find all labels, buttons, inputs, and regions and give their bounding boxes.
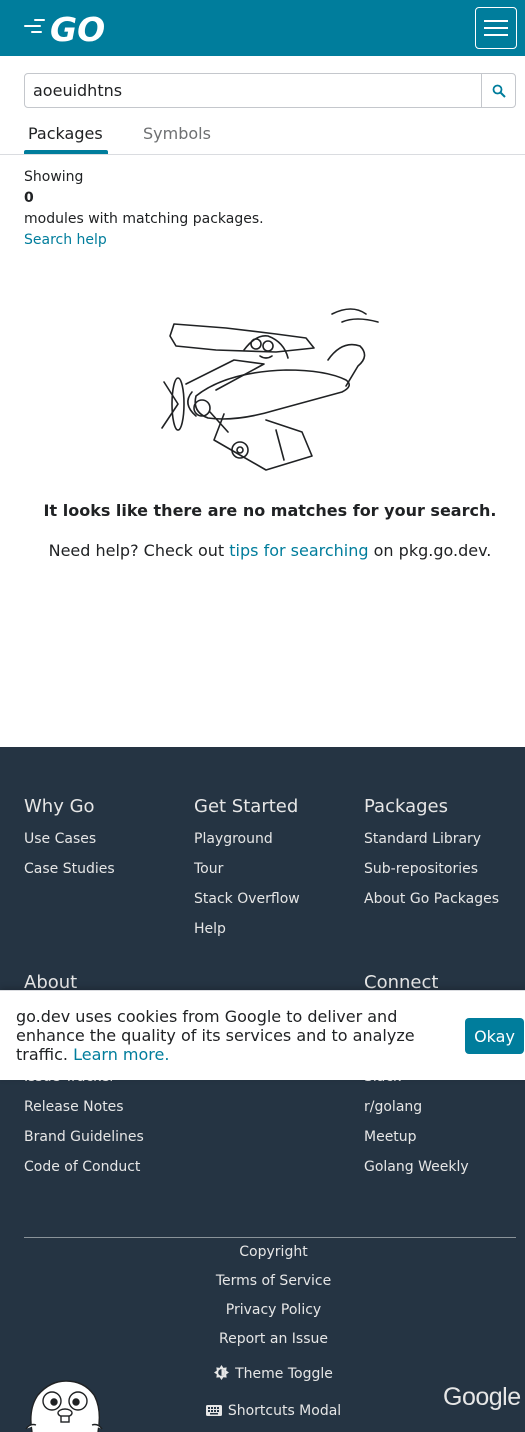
footer-link-brand-guidelines[interactable]: Brand Guidelines [24,1129,144,1145]
footer-link-sub-repositories[interactable]: Sub-repositories [364,861,499,877]
theme-toggle-icon [214,1365,230,1380]
report-an-issue-link[interactable]: Report an Issue [0,1331,525,1347]
okay-button[interactable]: Okay [465,1018,524,1054]
site-footer: Why Go Use Cases Case Studies Get Starte… [0,747,525,1432]
footer-link-use-cases[interactable]: Use Cases [24,831,115,847]
showing-label: Showing [24,169,84,185]
result-count: 0 [24,190,34,206]
cookie-banner: go.dev uses cookies from Google to deliv… [0,990,525,1080]
search-icon [492,84,506,98]
tab-symbols[interactable]: Symbols [143,124,211,143]
site-header: GO [0,0,525,56]
footer-link-about-go-packages[interactable]: About Go Packages [364,891,499,907]
footer-heading: Get Started [194,796,299,817]
footer-link-golang-weekly[interactable]: Golang Weekly [364,1159,469,1175]
privacy-policy-link[interactable]: Privacy Policy [0,1302,525,1318]
footer-link-standard-library[interactable]: Standard Library [364,831,499,847]
gopher-mascot-icon [25,1380,103,1432]
footer-heading: Packages [364,796,448,817]
hamburger-menu-icon [484,20,508,22]
no-matches-message: It looks like there are no matches for y… [43,501,497,520]
copyright-link[interactable]: Copyright [0,1244,525,1260]
gopher-airplane-illustration [161,308,379,471]
footer-link-release-notes[interactable]: Release Notes [24,1099,144,1115]
active-tab-indicator [24,150,108,154]
terms-of-service-link[interactable]: Terms of Service [0,1273,525,1289]
search-help-link[interactable]: Search help [24,230,264,251]
footer-divider [24,1237,516,1238]
go-logo[interactable]: GO [24,12,110,44]
footer-link-playground[interactable]: Playground [194,831,300,847]
footer-link-code-of-conduct[interactable]: Code of Conduct [24,1159,144,1175]
search-mode-tabs: Packages Symbols [0,118,525,155]
svg-text:GO: GO [50,12,105,44]
search-input[interactable] [25,74,481,107]
search-tips-line: Need help? Check out tips for searching … [48,541,492,560]
footer-col-why-go: Why Go Use Cases Case Studies [24,796,115,877]
footer-col-get-started: Get Started Playground Tour Stack Overfl… [194,796,300,937]
footer-heading: Why Go [24,796,95,817]
footer-link-meetup[interactable]: Meetup [364,1129,469,1145]
footer-link-r-golang[interactable]: r/golang [364,1099,469,1115]
menu-button[interactable] [475,7,517,49]
footer-link-tour[interactable]: Tour [194,861,300,877]
footer-col-packages: Packages Standard Library Sub-repositori… [364,796,499,907]
tips-for-searching-link[interactable]: tips for searching [229,541,368,560]
keyboard-icon [205,1405,222,1416]
tab-packages[interactable]: Packages [28,124,103,143]
google-logo[interactable]: Google [443,1383,521,1412]
search-button[interactable] [481,74,515,107]
footer-link-help[interactable]: Help [194,921,300,937]
footer-link-case-studies[interactable]: Case Studies [24,861,115,877]
result-count-suffix: modules with matching packages. [24,211,264,227]
footer-link-stack-overflow[interactable]: Stack Overflow [194,891,300,907]
learn-more-link[interactable]: Learn more. [73,1045,169,1064]
results-summary: Showing 0 modules with matching packages… [24,167,264,251]
cookie-notice-text: go.dev uses cookies from Google to deliv… [16,1007,415,1064]
search-bar [24,73,516,108]
